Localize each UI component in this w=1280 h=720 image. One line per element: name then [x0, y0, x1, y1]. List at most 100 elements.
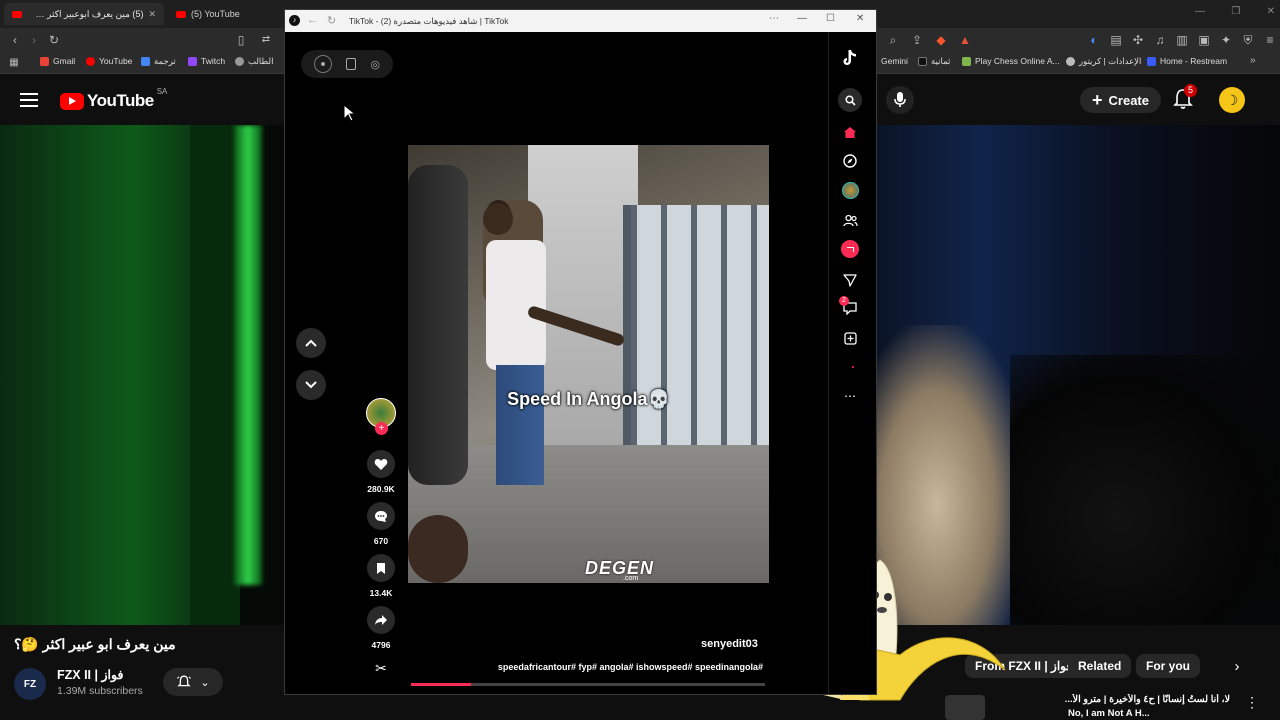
brave-rewards-icon[interactable]: ▲ [957, 32, 973, 48]
channel-avatar[interactable]: FZ [14, 668, 46, 700]
extensions-icon[interactable]: ✣ [1130, 32, 1146, 48]
following-avatar[interactable] [840, 180, 860, 200]
more-bookmarks-icon[interactable]: » [1250, 55, 1256, 66]
zoom-icon[interactable]: ⌕ [885, 32, 901, 48]
wallet-icon[interactable]: ▣ [1196, 32, 1212, 48]
search-icon[interactable] [838, 88, 862, 112]
hamburger-menu-icon[interactable] [20, 93, 38, 107]
tiktok-video[interactable]: Speed In Angola💀 DEGEN .com [408, 145, 769, 583]
messages-icon[interactable] [840, 270, 860, 290]
autoscroll-icon[interactable] [314, 55, 333, 73]
extension-icons: ◐ ▤ ✣ ♫ ▥ ▣ ✦ ⛨ ≡ [1086, 32, 1278, 48]
bookmark-label: Twitch [201, 56, 226, 66]
home-icon[interactable] [840, 122, 860, 142]
reload-icon[interactable]: ↻ [327, 14, 336, 27]
tiktok-logo-icon[interactable] [840, 48, 860, 68]
more-icon[interactable]: ⋯ [840, 386, 860, 406]
bookmark-creator-settings[interactable]: الإعدادات | كريتور [1066, 56, 1141, 67]
sidebar-icon[interactable]: ▥ [1174, 32, 1190, 48]
maximize-icon[interactable]: ☐ [826, 13, 835, 24]
apps-grid-icon[interactable]: ▦ [6, 55, 22, 71]
close-window-icon[interactable]: ✕ [856, 13, 864, 24]
next-video-button[interactable] [296, 370, 326, 400]
bookmark-student[interactable]: الطالب [235, 56, 273, 67]
channel-name[interactable]: FZX II | فواز [57, 667, 123, 682]
music-icon[interactable]: ♫ [1152, 32, 1168, 48]
bookmark-label: Play Chess Online A... [975, 56, 1060, 66]
forward-icon[interactable]: › [26, 32, 42, 48]
back-icon[interactable]: ‹ [7, 32, 23, 48]
vpn-icon[interactable]: ⛨ [1240, 32, 1256, 48]
minimize-icon[interactable]: — [797, 13, 807, 24]
video-person-shirt [486, 240, 546, 370]
bookmark-gmail[interactable]: Gmail [40, 56, 75, 66]
comment-button[interactable] [367, 502, 395, 530]
bookmark-label: الطالب [248, 56, 274, 66]
live-icon[interactable] [840, 239, 860, 259]
previous-video-button[interactable] [296, 328, 326, 358]
more-icon[interactable]: ⋯ [769, 13, 779, 24]
bookmark-gemini[interactable]: Gemini [881, 56, 908, 66]
youtube-logo[interactable]: YouTube SA [60, 87, 167, 111]
chevron-right-icon[interactable]: › [1226, 655, 1248, 677]
bookmark-chess[interactable]: Play Chess Online A... [962, 56, 1060, 66]
explore-compass-icon[interactable] [840, 151, 860, 171]
tiktok-title-bar: ♪ ← ↻ TikTok - (2) شاهد فيديوهات متصدرة … [285, 10, 876, 32]
voice-search-icon[interactable] [886, 86, 914, 114]
bookmark-translate[interactable]: ترجمة [141, 56, 176, 67]
maximize-icon[interactable]: ❐ [1231, 6, 1240, 17]
save-button[interactable] [367, 554, 395, 582]
tune-icon[interactable]: ⇄ [258, 32, 274, 48]
translate-icon[interactable]: ◐ [1086, 32, 1102, 48]
video-hashtags[interactable]: speedafricantour# fyp# angola# ishowspee… [478, 662, 763, 672]
share-button[interactable] [367, 606, 395, 634]
chip-for-you[interactable]: For you [1136, 654, 1200, 678]
capcut-icon[interactable]: ✂ [371, 660, 391, 680]
save-count: 13.4K [369, 588, 393, 598]
more-options-icon[interactable]: ⋮ [1245, 694, 1259, 711]
create-button[interactable]: + Create [1080, 87, 1161, 113]
brave-shield-icon[interactable]: ◆ [933, 32, 949, 48]
bookmark-icon [377, 562, 385, 574]
bookmark-thmanyah[interactable]: ثمانية [918, 56, 950, 67]
upload-icon[interactable] [840, 328, 860, 348]
bookmark-icon[interactable]: ▯ [233, 32, 249, 48]
like-count: 280.9K [367, 484, 395, 494]
author-username[interactable]: senyedit03 [701, 638, 758, 650]
tiktok-favicon-icon: ♪ [289, 15, 300, 26]
bookmark-youtube[interactable]: YouTube [86, 56, 132, 66]
close-icon[interactable]: ✕ [148, 9, 156, 20]
bookmark-restream[interactable]: Home - Restream [1147, 56, 1227, 66]
share-icon[interactable]: ⇪ [909, 32, 925, 48]
device-icon[interactable] [346, 58, 357, 70]
tab-youtube[interactable]: (5) YouTube [168, 3, 278, 25]
notifications-bell-icon[interactable]: 5 [1173, 84, 1198, 110]
video-progress-bar[interactable] [411, 683, 765, 686]
chip-related[interactable]: Related [1068, 654, 1132, 678]
back-icon[interactable]: ← [307, 14, 318, 26]
close-window-icon[interactable]: ✕ [1267, 6, 1275, 17]
leo-icon[interactable]: ✦ [1218, 32, 1234, 48]
tab-active[interactable]: (5) مين يعرف ابوعبير اكثر 🤔؟ - ... ✕ [4, 3, 164, 25]
sidebar-divider [828, 32, 829, 694]
inbox-icon[interactable]: 2 [839, 296, 860, 318]
bookmark-twitch[interactable]: Twitch [188, 56, 225, 66]
notification-badge: 5 [1184, 84, 1198, 97]
next-video-title[interactable]: لا، أنا لستُ إنسانًا | ح٤ والأخيرة | متر… [1000, 694, 1230, 705]
reader-icon[interactable]: ▤ [1108, 32, 1124, 48]
friends-icon[interactable] [840, 210, 860, 230]
subscribed-button[interactable]: ⌄ [163, 668, 223, 696]
menu-icon[interactable]: ≡ [1262, 32, 1278, 48]
window-controls: — ❐ ✕ [1195, 6, 1275, 17]
youtube-favicon-icon [12, 10, 22, 18]
follow-plus-icon[interactable]: + [375, 422, 388, 435]
video-person-head [483, 203, 513, 235]
compass-icon[interactable]: ◎ [370, 58, 380, 71]
minimize-icon[interactable]: — [1195, 6, 1205, 17]
youtube-icon [86, 56, 95, 66]
like-button[interactable] [367, 450, 395, 478]
avatar[interactable]: ☽ [1219, 87, 1245, 113]
globe-icon [235, 57, 244, 66]
reload-icon[interactable]: ↻ [46, 32, 62, 48]
video-foreground-head [408, 515, 468, 583]
